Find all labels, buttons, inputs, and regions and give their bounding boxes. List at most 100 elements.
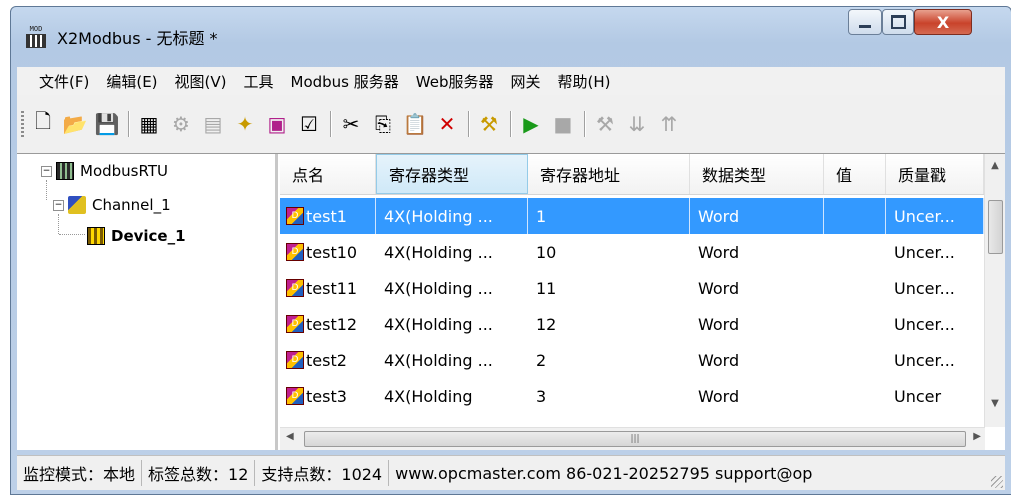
cell-name: Dtest11 [280, 270, 376, 306]
menu-modbus-server[interactable]: Modbus 服务器 [291, 69, 399, 94]
app-icon: MOD [25, 25, 47, 48]
tree-node-device[interactable]: Device_1 [87, 227, 186, 245]
stop-icon[interactable]: ■ [550, 111, 576, 137]
cell-value [824, 306, 886, 342]
toolbar-separator [584, 111, 586, 137]
column-header-register-type[interactable]: 寄存器类型 [376, 154, 528, 194]
cell-data-type: Word [698, 242, 740, 262]
tag-icon[interactable]: ▣ [264, 111, 290, 137]
menu-file[interactable]: 文件(F) [39, 69, 89, 94]
delete-icon[interactable]: ✕ [434, 111, 460, 137]
cell-register-type: 4X(Holding ... [384, 314, 493, 334]
run-icon[interactable]: ▶ [518, 111, 544, 137]
toolbar-separator [468, 111, 470, 137]
minimize-button[interactable] [848, 9, 882, 35]
column-header-data-type[interactable]: 数据类型 [690, 154, 824, 194]
column-header-value[interactable]: 值 [824, 154, 886, 194]
tree-node-root[interactable]: − ModbusRTU [41, 162, 168, 180]
scroll-left-icon[interactable]: ◀ [286, 431, 294, 442]
table-row[interactable]: Dtest3 4X(Holding 3 Word Uncer [280, 378, 984, 414]
cell-name: Dtest1 [280, 198, 376, 234]
device-tree[interactable]: − ModbusRTU − Channel_1 Device_1 [17, 154, 278, 450]
collapse-icon[interactable]: − [41, 165, 52, 177]
table-row[interactable]: Dtest11 4X(Holding ... 11 Word Uncer... [280, 270, 984, 306]
menu-web-server[interactable]: Web服务器 [416, 69, 494, 94]
cell-value [824, 270, 886, 306]
status-tag-count: 标签总数：12 [142, 460, 256, 486]
status-supported-points: 支持点数：1024 [255, 460, 390, 486]
menu-help[interactable]: 帮助(H) [558, 69, 611, 94]
table-header: 点名 寄存器类型 寄存器地址 数据类型 值 质量戳 [280, 154, 984, 195]
column-header-name[interactable]: 点名 [280, 154, 376, 194]
status-contact: www.opcmaster.com 86-021-20252795 suppor… [395, 463, 813, 483]
tag-icon: D [286, 387, 304, 405]
cell-quality: Uncer... [894, 350, 955, 370]
menu-tools[interactable]: 工具 [244, 69, 274, 94]
column-header-quality[interactable]: 质量戳 [886, 154, 984, 194]
close-button[interactable]: X [914, 9, 972, 35]
table-row[interactable]: Dtest1 4X(Holding ... 1 Word Uncer... [280, 198, 984, 234]
cell-register-type: 4X(Holding ... [384, 242, 493, 262]
main-window: MOD X2Modbus - 无标题 * X 文件(F) 编辑(E) 视图(V)… [10, 6, 1011, 495]
cell-name: Dtest2 [280, 342, 376, 378]
collapse-icon[interactable]: − [53, 199, 64, 211]
tag-list[interactable]: 点名 寄存器类型 寄存器地址 数据类型 值 质量戳 Dtest1 4X(Hold… [280, 154, 1005, 450]
tree-node-label: ModbusRTU [80, 162, 168, 180]
vertical-scrollbar[interactable]: ▲ ▼ [984, 154, 1005, 427]
column-header-register-address[interactable]: 寄存器地址 [528, 154, 690, 194]
tree-line [58, 214, 59, 234]
add-group-icon[interactable]: ▤ [200, 111, 226, 137]
table-row[interactable]: Dtest12 4X(Holding ... 12 Word Uncer... [280, 306, 984, 342]
add-tag-icon[interactable]: ✦ [232, 111, 258, 137]
cut-icon[interactable]: ✂ [338, 111, 364, 137]
open-icon[interactable]: 📂 [62, 111, 88, 137]
table-row[interactable]: Dtest2 4X(Holding ... 2 Word Uncer... [280, 342, 984, 378]
toolbar-separator [128, 111, 130, 137]
cell-register-address: 1 [528, 198, 690, 234]
plc-icon [56, 162, 74, 180]
scroll-right-icon[interactable]: ▶ [973, 431, 981, 442]
horizontal-scrollbar[interactable]: ◀ ||| ▶ [280, 427, 985, 450]
cell-register-type: 4X(Holding [384, 386, 473, 406]
scroll-up-icon[interactable]: ▲ [985, 160, 1005, 171]
menu-view[interactable]: 视图(V) [175, 69, 227, 94]
copy-icon[interactable]: ⎘ [370, 111, 396, 137]
cell-value [824, 198, 886, 234]
toolbar-grip[interactable] [21, 111, 24, 137]
menu-edit[interactable]: 编辑(E) [106, 69, 157, 94]
cell-register-address: 3 [536, 386, 547, 406]
scroll-down-icon[interactable]: ▼ [985, 398, 1005, 409]
tree-line [59, 234, 85, 235]
upload-icon[interactable]: ⇈ [656, 111, 682, 137]
cell-name: Dtest12 [280, 306, 376, 342]
maximize-button[interactable] [882, 9, 914, 35]
resize-grip-icon[interactable] [991, 476, 1003, 488]
toolbar-separator [510, 111, 512, 137]
tree-node-label: Device_1 [111, 227, 186, 245]
load-icon[interactable]: ⇊ [624, 111, 650, 137]
cell-value [824, 378, 886, 414]
cell-register-address: 11 [536, 278, 557, 298]
menu-gateway[interactable]: 网关 [510, 69, 540, 94]
tree-node-channel[interactable]: − Channel_1 [53, 196, 171, 214]
channel-icon [68, 196, 86, 214]
toolbar: 🗋 📂 💾 ▦ ⚙ ▤ ✦ ▣ ☑ ✂ ⎘ 📋 ✕ ⚒ ▶ ■ ⚒ ⇊ ⇈ [17, 95, 1005, 153]
tools-icon[interactable]: ⚒ [592, 111, 618, 137]
save-icon[interactable]: 💾 [94, 111, 120, 137]
settings-icon[interactable]: ⚒ [476, 111, 502, 137]
cell-value [824, 342, 886, 378]
tag-icon: D [286, 243, 304, 261]
paste-icon[interactable]: 📋 [402, 111, 428, 137]
add-device-icon[interactable]: ⚙ [168, 111, 194, 137]
title-bar[interactable]: MOD X2Modbus - 无标题 * X [11, 7, 1011, 63]
table-row[interactable]: Dtest10 4X(Holding ... 10 Word Uncer... [280, 234, 984, 270]
add-channel-icon[interactable]: ▦ [136, 111, 162, 137]
cell-register-type: 4X(Holding ... [384, 278, 493, 298]
status-bar: 监控模式：本地 标签总数：12 支持点数：1024 www.opcmaster.… [17, 455, 1005, 490]
vertical-scroll-thumb[interactable] [988, 200, 1003, 254]
tag-icon: D [286, 279, 304, 297]
cell-quality: Uncer... [886, 198, 984, 234]
properties-icon[interactable]: ☑ [296, 111, 322, 137]
horizontal-scroll-thumb[interactable]: ||| [304, 431, 966, 447]
new-icon[interactable]: 🗋 [30, 109, 56, 137]
